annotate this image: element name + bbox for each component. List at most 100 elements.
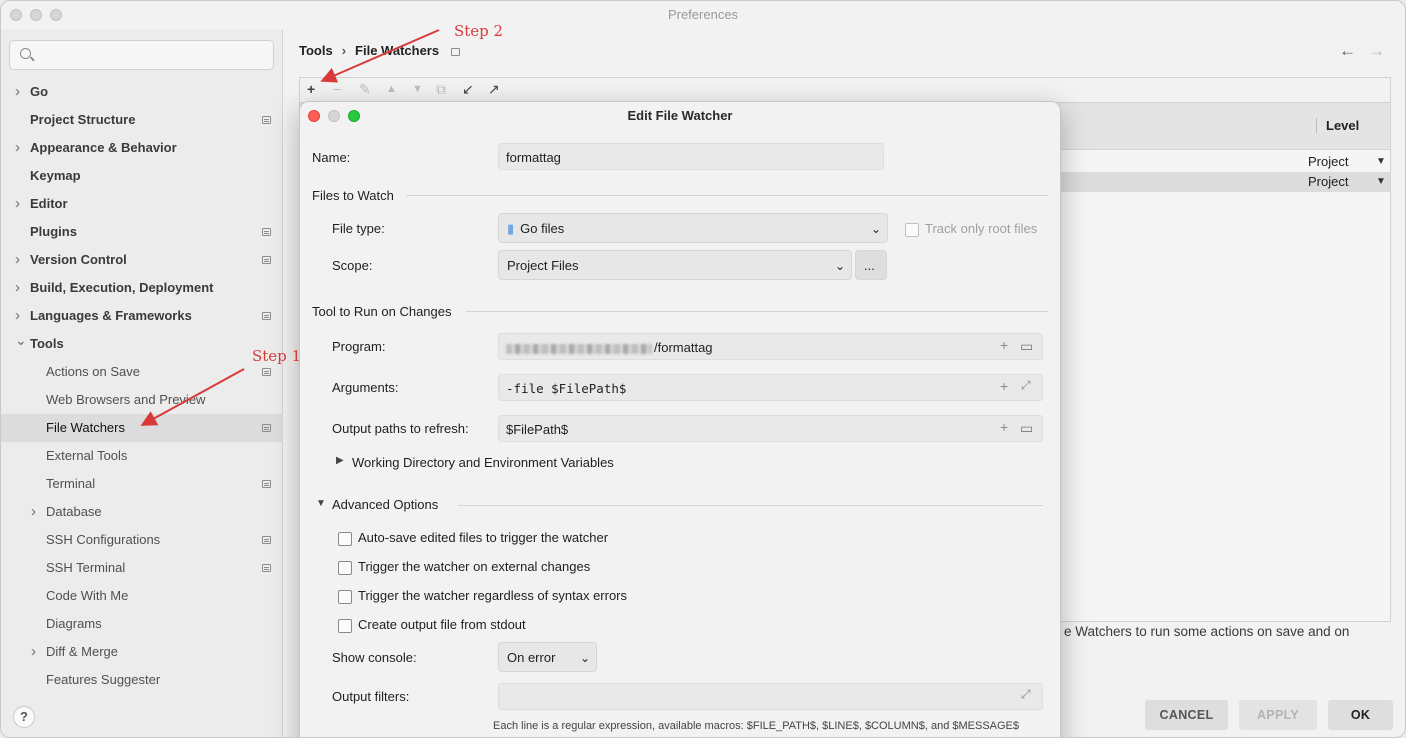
- remove-watcher-button[interactable]: −: [333, 81, 341, 97]
- back-arrow-icon[interactable]: ←: [1339, 41, 1356, 60]
- file-type-select[interactable]: ▮ Go files ⌄: [498, 213, 888, 243]
- sidebar-item[interactable]: › Version Control: [1, 246, 283, 274]
- chevron-right-icon[interactable]: ›: [15, 190, 20, 218]
- breadcrumb-parent[interactable]: Tools: [299, 43, 333, 58]
- stdout-output-checkbox[interactable]: [338, 619, 352, 633]
- chevron-right-icon[interactable]: ›: [15, 134, 20, 162]
- level-cell[interactable]: Project: [1308, 172, 1348, 192]
- help-button[interactable]: ?: [13, 706, 35, 728]
- insert-macro-icon[interactable]: +: [1000, 378, 1008, 394]
- sidebar-item[interactable]: Actions on Save: [1, 358, 283, 386]
- level-column-header[interactable]: Level: [1316, 118, 1359, 133]
- sidebar-item-label: Code With Me: [46, 588, 129, 603]
- sidebar-item[interactable]: › Diff & Merge: [1, 638, 283, 666]
- chevron-right-icon[interactable]: ›: [31, 638, 36, 666]
- sidebar-item[interactable]: External Tools: [1, 442, 283, 470]
- level-cell[interactable]: Project: [1308, 152, 1348, 172]
- advanced-options-heading[interactable]: Advanced Options: [332, 497, 438, 512]
- output-paths-input[interactable]: $FilePath$: [498, 415, 1043, 442]
- settings-search-input[interactable]: [9, 40, 274, 70]
- chevron-right-icon[interactable]: ›: [15, 78, 20, 106]
- minimize-window-button[interactable]: [30, 9, 42, 21]
- chevron-right-icon[interactable]: ›: [31, 498, 36, 526]
- output-filters-input[interactable]: [498, 683, 1043, 710]
- sidebar-item[interactable]: Project Structure: [1, 106, 283, 134]
- level-dropdown-icon[interactable]: ▼: [1376, 152, 1386, 172]
- scope-more-button[interactable]: ...: [855, 250, 887, 280]
- breadcrumb: Tools › File Watchers: [299, 43, 461, 58]
- move-down-button[interactable]: ▼: [412, 83, 423, 95]
- export-button[interactable]: ↗: [488, 81, 500, 98]
- zoom-window-button[interactable]: [50, 9, 62, 21]
- sidebar-item-label: Plugins: [30, 224, 77, 239]
- working-dir-toggle[interactable]: Working Directory and Environment Variab…: [352, 455, 614, 470]
- sidebar-item[interactable]: Diagrams: [1, 610, 283, 638]
- chevron-down-icon: ⌄: [870, 222, 881, 236]
- sidebar-item[interactable]: › Go: [1, 78, 283, 106]
- insert-macro-icon[interactable]: +: [1000, 419, 1008, 435]
- sidebar-item-label: Go: [30, 84, 49, 99]
- copy-watcher-button[interactable]: ⧉: [436, 81, 446, 98]
- expand-triangle-icon[interactable]: ▶: [336, 455, 344, 466]
- expand-icon[interactable]: ⤢: [1021, 687, 1031, 702]
- dialog-close-button[interactable]: [308, 110, 320, 122]
- sidebar-item[interactable]: › Appearance & Behavior: [1, 134, 283, 162]
- name-input[interactable]: formattag: [498, 143, 884, 170]
- arguments-input[interactable]: -file $FilePath$: [498, 374, 1043, 401]
- sidebar-item-label: Build, Execution, Deployment: [30, 280, 214, 295]
- forward-arrow-icon[interactable]: →: [1368, 41, 1385, 60]
- sidebar-item[interactable]: Keymap: [1, 162, 283, 190]
- output-filters-hint: Each line is a regular expression, avail…: [493, 720, 1020, 732]
- preferences-window: Preferences › Go Project Structure › Appeara…: [0, 0, 1406, 738]
- program-input[interactable]: /formattag: [498, 333, 1043, 360]
- dialog-minimize-button[interactable]: [328, 110, 340, 122]
- syntax-errors-checkbox[interactable]: [338, 590, 352, 604]
- project-scope-icon: [451, 47, 461, 56]
- sidebar-item[interactable]: › Languages & Frameworks: [1, 302, 283, 330]
- redacted-path: [506, 343, 652, 354]
- sidebar-item[interactable]: SSH Configurations: [1, 526, 283, 554]
- scope-label: Scope:: [332, 258, 373, 273]
- auto-save-checkbox[interactable]: [338, 532, 352, 546]
- chevron-right-icon[interactable]: ›: [15, 246, 20, 274]
- chevron-down-icon[interactable]: ⌄: [15, 326, 27, 354]
- sidebar-item[interactable]: › Editor: [1, 190, 283, 218]
- track-root-checkbox[interactable]: [905, 223, 919, 237]
- insert-macro-icon[interactable]: +: [1000, 337, 1008, 353]
- external-changes-checkbox[interactable]: [338, 561, 352, 575]
- scope-select[interactable]: Project Files ⌄: [498, 250, 852, 280]
- add-watcher-button[interactable]: +: [307, 81, 315, 97]
- chevron-right-icon[interactable]: ›: [15, 274, 20, 302]
- sidebar-item[interactable]: Web Browsers and Preview: [1, 386, 283, 414]
- sidebar-item[interactable]: Terminal: [1, 470, 283, 498]
- sidebar-item[interactable]: Code With Me: [1, 582, 283, 610]
- collapse-triangle-icon[interactable]: ▼: [316, 498, 326, 509]
- sidebar-item[interactable]: Plugins: [1, 218, 283, 246]
- sidebar-item[interactable]: › Build, Execution, Deployment: [1, 274, 283, 302]
- edit-watcher-button[interactable]: ✎: [359, 81, 371, 98]
- step1-annotation: Step 1: [252, 347, 302, 365]
- import-button[interactable]: ↙: [462, 81, 474, 98]
- sidebar-item[interactable]: File Watchers: [1, 414, 283, 442]
- expand-icon[interactable]: ⤢: [1021, 378, 1031, 393]
- move-up-button[interactable]: ▲: [386, 83, 397, 95]
- show-console-select[interactable]: On error ⌄: [498, 642, 597, 672]
- apply-button[interactable]: APPLY: [1239, 700, 1317, 730]
- go-file-icon: ▮: [507, 221, 515, 236]
- sidebar-item-label: Editor: [30, 196, 68, 211]
- settings-sidebar: › Go Project Structure › Appearance & Behavi…: [1, 29, 283, 737]
- level-dropdown-icon[interactable]: ▼: [1376, 172, 1386, 192]
- sidebar-item[interactable]: ⌄ Tools: [1, 330, 283, 358]
- file-type-value: Go files: [520, 221, 565, 236]
- project-scope-icon: [262, 116, 271, 124]
- ok-button[interactable]: OK: [1328, 700, 1393, 730]
- history-navigation: ← →: [1327, 41, 1385, 61]
- folder-icon[interactable]: ▭: [1020, 338, 1033, 355]
- sidebar-item[interactable]: › Database: [1, 498, 283, 526]
- dialog-zoom-button[interactable]: [348, 110, 360, 122]
- close-window-button[interactable]: [10, 9, 22, 21]
- folder-icon[interactable]: ▭: [1020, 420, 1033, 437]
- sidebar-item[interactable]: SSH Terminal: [1, 554, 283, 582]
- sidebar-item[interactable]: Features Suggester: [1, 666, 283, 694]
- cancel-button[interactable]: CANCEL: [1145, 700, 1228, 730]
